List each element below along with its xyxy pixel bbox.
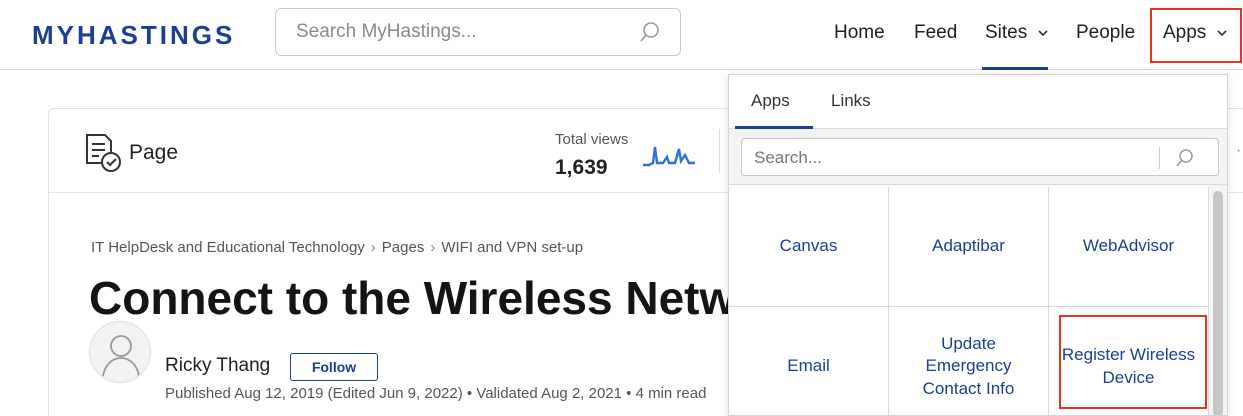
nav-home[interactable]: Home bbox=[834, 22, 885, 44]
publish-meta: Published Aug 12, 2019 (Edited Jun 9, 20… bbox=[165, 385, 707, 402]
app-tile-webadvisor[interactable]: WebAdvisor bbox=[1049, 187, 1209, 307]
apps-dropdown: Apps Links Search... Canvas Adaptibar We… bbox=[728, 74, 1228, 416]
breadcrumb-item[interactable]: IT HelpDesk and Educational Technology bbox=[91, 239, 365, 256]
total-views-label: Total views bbox=[555, 131, 629, 148]
myhastings-logo[interactable]: MYHASTINGS bbox=[32, 20, 235, 51]
avatar[interactable] bbox=[89, 321, 151, 383]
nav-feed[interactable]: Feed bbox=[914, 22, 957, 44]
breadcrumb: IT HelpDesk and Educational Technology › P… bbox=[91, 239, 583, 256]
app-tile-adaptibar[interactable]: Adaptibar bbox=[889, 187, 1049, 307]
site-search-placeholder: Search MyHastings... bbox=[296, 21, 477, 42]
apps-dropdown-tabs: Apps Links bbox=[729, 75, 1227, 129]
follow-button[interactable]: Follow bbox=[290, 353, 378, 381]
total-views-value: 1,639 bbox=[555, 156, 608, 179]
breadcrumb-item[interactable]: Pages bbox=[382, 239, 425, 256]
apps-scrollbar-thumb[interactable] bbox=[1213, 191, 1223, 415]
breadcrumb-item[interactable]: WIFI and VPN set-up bbox=[441, 239, 583, 256]
breadcrumb-chevron-icon: › bbox=[430, 239, 436, 256]
search-icon[interactable] bbox=[638, 20, 662, 44]
tab-links[interactable]: Links bbox=[831, 91, 871, 111]
stats-divider bbox=[719, 129, 720, 173]
nav-people[interactable]: People bbox=[1076, 22, 1135, 44]
search-icon[interactable] bbox=[1174, 147, 1196, 169]
app-tile-update-emergency-contact[interactable]: Update Emergency Contact Info bbox=[889, 307, 1049, 415]
app-tile-label: Canvas bbox=[779, 236, 838, 256]
app-tile-label: Update Emergency Contact Info bbox=[922, 334, 1015, 398]
nav-sites-label: Sites bbox=[985, 22, 1028, 43]
more-options-icon[interactable]: · bbox=[1236, 142, 1241, 160]
app-tile-label: Email bbox=[787, 356, 830, 376]
top-header: MYHASTINGS Search MyHastings... Home Fee… bbox=[0, 0, 1243, 70]
page-checklist-icon bbox=[86, 134, 121, 172]
chevron-down-icon bbox=[1037, 30, 1048, 37]
breadcrumb-chevron-icon: › bbox=[370, 239, 376, 256]
author-name[interactable]: Ricky Thang bbox=[165, 355, 270, 377]
apps-search-bar: Search... bbox=[729, 129, 1227, 185]
views-sparkline bbox=[643, 146, 695, 167]
nav-active-indicator bbox=[982, 67, 1048, 70]
user-placeholder-icon bbox=[102, 335, 140, 377]
app-tile-label: Adaptibar bbox=[932, 236, 1005, 256]
app-tile-label: WebAdvisor bbox=[1082, 236, 1175, 256]
apps-search-placeholder: Search... bbox=[754, 148, 823, 167]
nav-sites[interactable]: Sites bbox=[985, 22, 1049, 44]
search-divider bbox=[1159, 147, 1160, 169]
tab-apps[interactable]: Apps bbox=[751, 91, 790, 111]
site-search-input[interactable]: Search MyHastings... bbox=[275, 8, 681, 56]
app-tile-canvas[interactable]: Canvas bbox=[729, 187, 889, 307]
page-type-label: Page bbox=[129, 141, 179, 164]
app-tile-email[interactable]: Email bbox=[729, 307, 889, 415]
apps-search-input[interactable]: Search... bbox=[741, 138, 1219, 176]
register-device-highlight-box bbox=[1059, 315, 1207, 409]
page-title: Connect to the Wireless Netw bbox=[89, 272, 736, 324]
apps-highlight-box bbox=[1150, 8, 1242, 63]
